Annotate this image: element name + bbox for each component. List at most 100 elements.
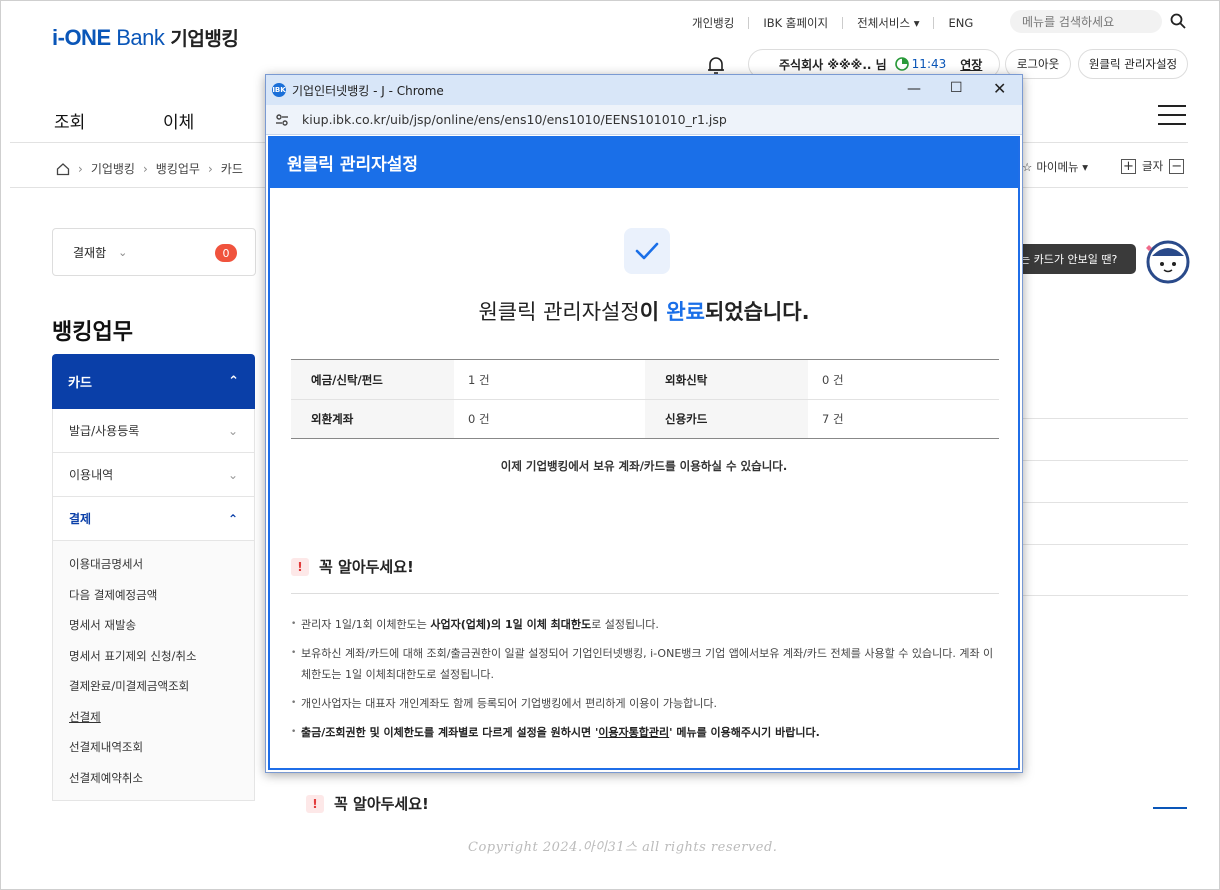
- nav-english[interactable]: ENG: [948, 16, 973, 30]
- font-size-label: 글자: [1142, 159, 1164, 173]
- notice-bold: 출금/조회권한 및 이체한도를 계좌별로 다르게 설정을 원하시면 ': [301, 726, 599, 739]
- notice-title: 꼭 알아두세요!: [319, 558, 414, 576]
- notice-heading: ! 꼭 알아두세요!: [291, 556, 414, 577]
- submenu-item[interactable]: 선결제내역조회: [53, 732, 254, 763]
- divider: [291, 593, 999, 594]
- sidebar-category-card[interactable]: 카드 ⌃: [52, 354, 255, 409]
- font-increase-icon[interactable]: +: [1121, 158, 1136, 174]
- oneclick-admin-button[interactable]: 원클릭 관리자설정: [1078, 49, 1188, 79]
- notice-item: 보유하신 계좌/카드에 대해 조회/출금권한이 일괄 설정되어 기업인터넷뱅킹,…: [291, 643, 999, 685]
- submenu-item[interactable]: 명세서 재발송: [53, 610, 254, 641]
- popup-heading: 원클릭 관리자설정: [270, 136, 1018, 188]
- breadcrumb-item[interactable]: 카드: [221, 160, 243, 177]
- sidebar-item-history[interactable]: 이용내역 ⌄: [52, 453, 255, 497]
- notice-item: 개인사업자는 대표자 개인계좌도 함께 등록되어 기업뱅킹에서 편리하게 이용이…: [291, 693, 999, 714]
- submenu-item[interactable]: 이용대금명세서: [53, 549, 254, 580]
- gnb-transfer[interactable]: 이체: [163, 108, 194, 133]
- warning-icon: !: [291, 557, 309, 576]
- table-header-cell: 외환계좌: [291, 400, 454, 438]
- submenu-item[interactable]: 결제완료/미결제금액조회: [53, 671, 254, 702]
- menu-search-input[interactable]: 메뉴를 검색하세요: [1010, 10, 1162, 33]
- session-timer: 11:43: [894, 57, 947, 71]
- table-cell: 7 건: [822, 412, 844, 426]
- extend-session-button[interactable]: 연장: [960, 56, 982, 73]
- copyright-watermark: Copyright 2024.아이31스 all rights reserved…: [468, 840, 778, 855]
- ibk-logo[interactable]: i-ONE Bank 기업뱅킹: [52, 24, 239, 51]
- page-notice-heading: ! 꼭 알아두세요!: [306, 793, 429, 814]
- maximize-icon[interactable]: ☐: [950, 80, 963, 96]
- chevron-right-icon: ›: [207, 161, 213, 176]
- chevron-up-icon: ⌃: [227, 511, 238, 526]
- site-settings-icon[interactable]: [274, 112, 290, 128]
- help-tooltip[interactable]: 는 카드가 안보일 땐?: [1014, 244, 1136, 274]
- chevron-up-icon: ⌃: [228, 374, 239, 389]
- search-icon[interactable]: [1170, 13, 1186, 29]
- bell-icon[interactable]: [705, 54, 727, 76]
- user-company-name: 주식회사 ※※※.. 님: [779, 57, 887, 72]
- hamburger-menu-icon[interactable]: [1158, 105, 1186, 127]
- timer-value: 11:43: [911, 57, 947, 71]
- divider: [748, 17, 750, 29]
- nav-personal-banking[interactable]: 개인뱅킹: [692, 15, 734, 31]
- table-row: 예금/신탁/펀드 1 건 외화신탁 0 건: [291, 360, 999, 399]
- page-notice-label: 꼭 알아두세요!: [334, 795, 429, 813]
- completion-text: 이: [639, 300, 667, 324]
- sidebar-title: 뱅킹업무: [52, 320, 133, 345]
- completion-text: 원클릭 관리자설정: [478, 300, 640, 324]
- table-cell: 1 건: [468, 372, 490, 387]
- sidebar-item-label: 발급/사용등록: [69, 424, 140, 438]
- nav-all-services[interactable]: 전체서비스 ▾: [857, 15, 919, 31]
- window-title: 기업인터넷뱅킹 - J - Chrome: [292, 83, 444, 98]
- submenu-item[interactable]: 선결제예약취소: [53, 763, 254, 794]
- check-icon: [624, 228, 670, 274]
- font-decrease-icon[interactable]: −: [1169, 158, 1185, 174]
- table-cell: 0 건: [822, 372, 844, 387]
- close-icon[interactable]: ✕: [993, 79, 1006, 98]
- home-icon[interactable]: [56, 162, 70, 176]
- mymenu-label: 마이메뉴 ▾: [1036, 160, 1089, 174]
- popup-content: 원클릭 관리자설정 원클릭 관리자설정이 완료되었습니다. 예금/신탁/펀드 1…: [268, 136, 1020, 770]
- mymenu-button[interactable]: ☆ 마이메뉴 ▾: [1022, 159, 1088, 175]
- mascot-icon[interactable]: [1142, 238, 1190, 284]
- user-management-link[interactable]: 이용자통합관리: [598, 726, 669, 739]
- breadcrumb: › 기업뱅킹 › 뱅킹업무 › 카드: [56, 160, 243, 177]
- sidebar-item-label: 이용내역: [69, 468, 114, 482]
- breadcrumb-item[interactable]: 기업뱅킹: [91, 160, 135, 177]
- window-titlebar[interactable]: IBK 기업인터넷뱅킹 - J - Chrome — ☐ ✕: [266, 75, 1022, 105]
- approval-box-button[interactable]: 결재함 ⌄ 0: [52, 228, 256, 276]
- submenu-item[interactable]: 다음 결제예정금액: [53, 580, 254, 611]
- top-utility-nav: 개인뱅킹 IBK 홈페이지 전체서비스 ▾ ENG: [692, 15, 973, 31]
- notice-item: 출금/조회권한 및 이체한도를 계좌별로 다르게 설정을 원하시면 '이용자통합…: [291, 722, 999, 743]
- gnb-inquiry[interactable]: 조회: [54, 108, 85, 133]
- table-cell: 0 건: [468, 412, 490, 426]
- chevron-down-icon: ⌄: [118, 245, 128, 259]
- submenu-item-active[interactable]: 선결제: [53, 702, 254, 733]
- sidebar-item-label: 결제: [69, 512, 92, 526]
- approval-box-label: 결재함: [73, 245, 107, 260]
- star-icon: ☆: [1022, 160, 1033, 174]
- sidebar-item-issue[interactable]: 발급/사용등록 ⌄: [52, 409, 255, 453]
- divider: [933, 17, 935, 29]
- notice-bold: 사업자(업체)의 1일 이체 최대한도: [430, 618, 592, 631]
- chevron-right-icon: ›: [78, 161, 83, 176]
- timer-icon: [894, 57, 909, 71]
- logo-ione: i-ONE: [52, 25, 111, 50]
- breadcrumb-item[interactable]: 뱅킹업무: [156, 160, 200, 177]
- sidebar-submenu: 이용대금명세서 다음 결제예정금액 명세서 재발송 명세서 표기제외 신청/취소…: [52, 541, 255, 801]
- notice-text: 관리자 1일/1회 이체한도는: [301, 618, 431, 631]
- notice-item: 관리자 1일/1회 이체한도는 사업자(업체)의 1일 이체 최대한도로 설정됩…: [291, 614, 999, 635]
- chevron-down-icon: ⌄: [227, 467, 238, 482]
- category-label: 카드: [68, 376, 92, 391]
- sidebar-item-payment[interactable]: 결제 ⌃: [52, 497, 255, 541]
- minimize-icon[interactable]: —: [907, 81, 921, 97]
- usage-note: 이제 기업뱅킹에서 보유 계좌/카드를 이용하실 수 있습니다.: [500, 459, 788, 473]
- submenu-item[interactable]: 명세서 표기제외 신청/취소: [53, 641, 254, 672]
- notice-text: 로 설정됩니다.: [591, 618, 659, 631]
- address-bar[interactable]: kiup.ibk.co.kr/uib/jsp/online/ens/ens10/…: [266, 105, 1022, 135]
- nav-ibk-homepage[interactable]: IBK 홈페이지: [763, 15, 828, 31]
- table-header-cell: 예금/신탁/펀드: [291, 360, 454, 399]
- table-header-cell: 외화신탁: [645, 360, 808, 399]
- notice-list: 관리자 1일/1회 이체한도는 사업자(업체)의 1일 이체 최대한도로 설정됩…: [291, 614, 999, 751]
- chevron-right-icon: ›: [142, 161, 148, 176]
- url-text: kiup.ibk.co.kr/uib/jsp/online/ens/ens10/…: [302, 112, 727, 127]
